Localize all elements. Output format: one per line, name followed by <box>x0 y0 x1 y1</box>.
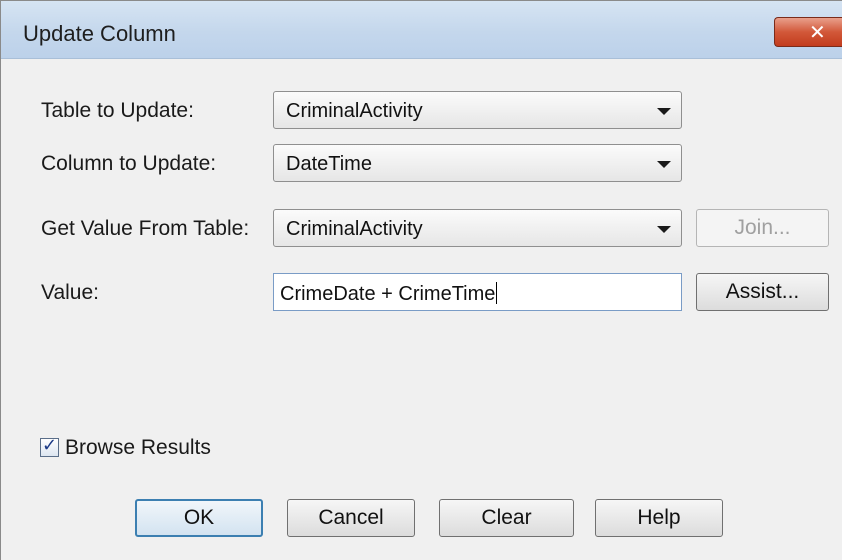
dropdown-arrow-icon <box>657 108 671 115</box>
assist-button[interactable]: Assist... <box>696 273 829 311</box>
column-to-update-label: Column to Update: <box>41 152 217 175</box>
get-value-from-table-dropdown[interactable]: CriminalActivity <box>273 209 682 247</box>
close-icon: ✕ <box>809 20 826 44</box>
clear-button[interactable]: Clear <box>439 499 574 537</box>
title-bar: Update Column ✕ <box>1 1 842 59</box>
get-value-from-table-label: Get Value From Table: <box>41 217 250 240</box>
table-to-update-value: CriminalActivity <box>286 100 423 122</box>
browse-results-checkbox[interactable]: ✓ <box>40 435 59 457</box>
ok-button[interactable]: OK <box>135 499 263 537</box>
column-to-update-value: DateTime <box>286 153 372 175</box>
column-to-update-dropdown[interactable]: DateTime <box>273 144 682 182</box>
dropdown-arrow-icon <box>657 161 671 168</box>
value-text: CrimeDate + CrimeTime <box>280 283 496 305</box>
cancel-button[interactable]: Cancel <box>287 499 415 537</box>
value-label: Value: <box>41 281 99 304</box>
get-value-from-table-value: CriminalActivity <box>286 218 423 240</box>
browse-results-label: Browse Results <box>65 436 211 459</box>
value-input[interactable]: CrimeDate + CrimeTime <box>273 273 682 311</box>
dropdown-arrow-icon <box>657 226 671 233</box>
update-column-dialog: Update Column ✕ Table to Update: Crimina… <box>0 0 842 560</box>
checkmark-icon: ✓ <box>42 435 58 456</box>
join-button[interactable]: Join... <box>696 209 829 247</box>
table-to-update-dropdown[interactable]: CriminalActivity <box>273 91 682 129</box>
table-to-update-label: Table to Update: <box>41 99 194 122</box>
help-button[interactable]: Help <box>595 499 723 537</box>
close-button[interactable]: ✕ <box>774 17 842 47</box>
text-caret <box>496 282 498 304</box>
dialog-title: Update Column <box>23 21 176 46</box>
